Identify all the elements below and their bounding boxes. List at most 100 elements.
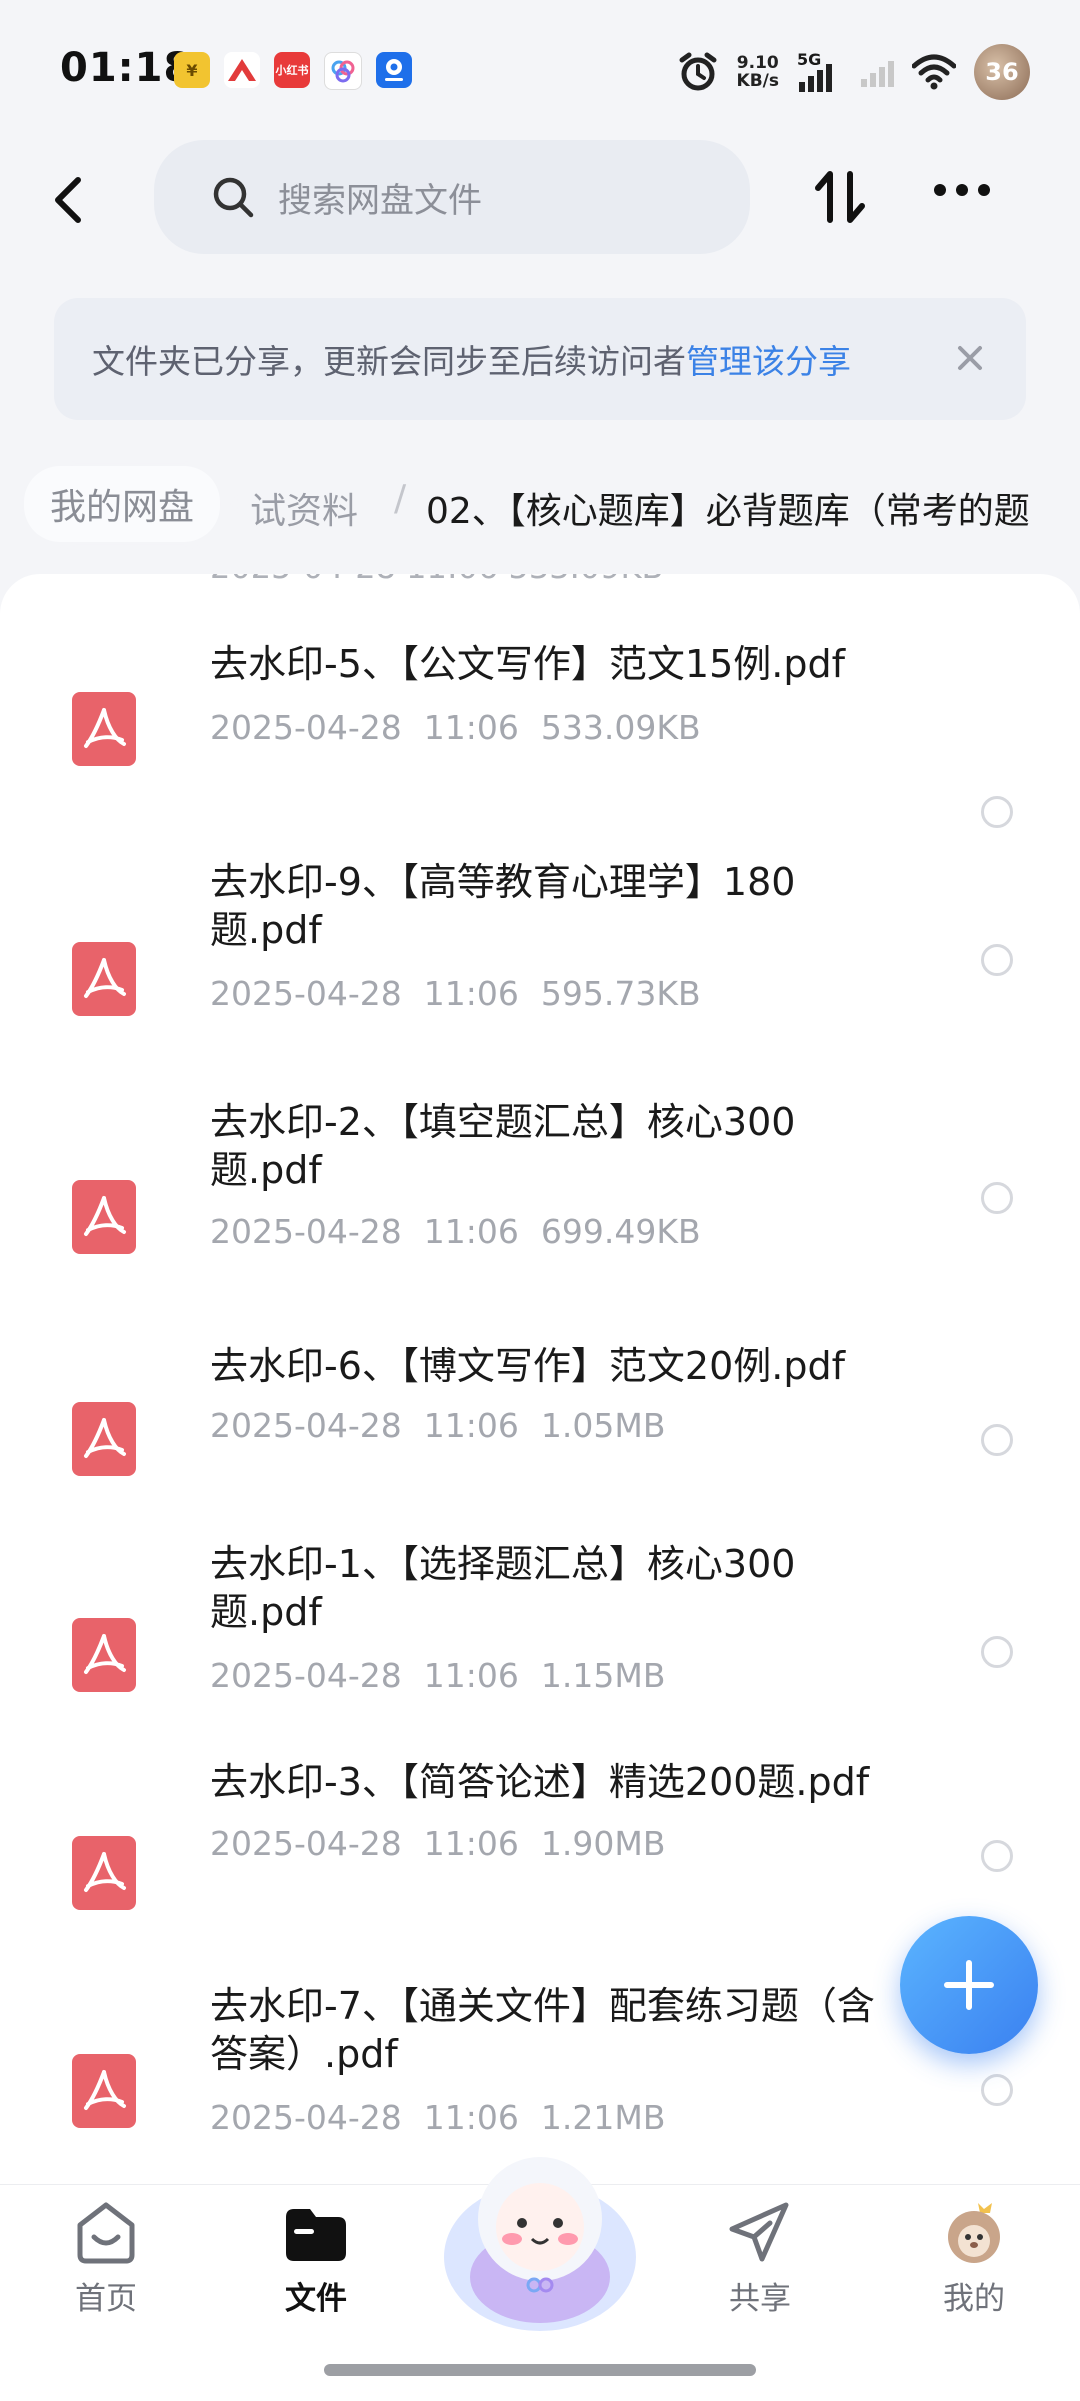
file-time: 11:06 <box>423 1406 519 1445</box>
pdf-file-icon <box>72 942 136 1016</box>
tab-home-label: 首页 <box>75 2281 137 2317</box>
net-speed-unit: KB/s <box>736 71 779 91</box>
file-time: 11:06 <box>423 1824 519 1863</box>
search-bar[interactable]: 搜索网盘文件 <box>154 140 750 254</box>
add-button[interactable] <box>900 1916 1038 2054</box>
notification-icons: ¥ 小红书 <box>174 52 412 90</box>
breadcrumb-root[interactable]: 我的网盘 <box>24 466 221 542</box>
mascot-assistant-icon[interactable] <box>432 2127 648 2337</box>
file-row[interactable]: 去水印-1、【选择题汇总】核心300题.pdf 2025-04-28 11:06 1… <box>0 1540 1080 1760</box>
search-placeholder: 搜索网盘文件 <box>278 180 482 221</box>
file-row[interactable]: 去水印-2、【填空题汇总】核心300题.pdf 2025-04-28 11:06 6… <box>0 1100 1080 1322</box>
avatar-icon <box>948 2203 1000 2263</box>
home-indicator <box>324 2364 756 2376</box>
pdf-file-icon <box>72 1836 136 1910</box>
tab-files-label: 文件 <box>285 2281 347 2317</box>
share-notice-banner: 文件夹已分享，更新会同步至后续访问者 管理该分享 <box>54 298 1026 420</box>
file-size: 699.49KB <box>540 1212 701 1251</box>
file-name: 去水印-6、【博文写作】范文20例.pdf <box>210 1344 845 1388</box>
plus-icon <box>944 1960 994 2010</box>
signal-sim2-icon <box>861 57 894 87</box>
file-time: 11:06 <box>423 1212 519 1251</box>
file-meta: 2025-04-28 11:06 533.09KB <box>210 708 723 747</box>
net-speed: 9.10 KB/s <box>737 54 779 90</box>
signal-5g-icon: 5G <box>797 50 843 92</box>
tab-me-label: 我的 <box>943 2281 1005 2317</box>
select-radio[interactable] <box>981 2074 1013 2106</box>
pdf-file-icon <box>72 1618 136 1692</box>
tab-files[interactable]: 文件 <box>246 2199 386 2318</box>
tab-share[interactable]: 共享 <box>690 2199 830 2318</box>
status-right: 9.10 KB/s 5G 36 <box>677 44 1030 100</box>
file-meta: 2025-04-28 11:06 699.49KB <box>210 1212 723 1251</box>
select-radio[interactable] <box>981 796 1013 828</box>
breadcrumb-separator: / <box>394 478 407 519</box>
file-meta: 2025-04-28 11:06 1.90MB <box>210 1824 687 1863</box>
home-icon <box>77 2202 135 2264</box>
wifi-icon <box>912 54 956 90</box>
file-size: 1.05MB <box>540 1406 666 1445</box>
select-radio[interactable] <box>981 944 1013 976</box>
top-bar: 搜索网盘文件 <box>0 140 1080 256</box>
net-speed-value: 9.10 <box>736 53 779 73</box>
file-time: 11:06 <box>423 974 519 1013</box>
file-date: 2025-04-28 <box>210 1212 402 1251</box>
file-name: 去水印-9、【高等教育心理学】180题.pdf <box>210 860 796 952</box>
select-radio[interactable] <box>981 1182 1013 1214</box>
tab-me[interactable]: 我的 <box>904 2199 1044 2318</box>
pdf-file-icon <box>72 1180 136 1254</box>
baidu-netdisk-app-icon <box>324 52 362 90</box>
battery-indicator: 36 <box>974 44 1030 100</box>
share-notice-text: 文件夹已分享，更新会同步至后续访问者 <box>92 342 686 381</box>
file-row[interactable]: 去水印-6、【博文写作】范文20例.pdf 2025-04-28 11:06 1.0… <box>0 1340 1080 1530</box>
file-name: 去水印-3、【简答论述】精选200题.pdf <box>210 1760 870 1804</box>
file-row[interactable]: 去水印-3、【简答论述】精选200题.pdf 2025-04-28 11:06 1.… <box>0 1760 1080 1964</box>
breadcrumb-parent[interactable]: 试资料 <box>250 482 358 534</box>
file-date: 2025-04-28 <box>210 1656 402 1695</box>
file-date: 2025-04-28 <box>210 1406 402 1445</box>
close-icon[interactable] <box>950 338 990 378</box>
file-size: 1.90MB <box>540 1824 666 1863</box>
pdf-file-icon <box>72 2054 136 2128</box>
file-time: 11:06 <box>423 1656 519 1695</box>
back-arrow-icon[interactable] <box>40 164 100 234</box>
file-date: 2025-04-28 <box>210 974 402 1013</box>
file-size: 595.73KB <box>540 974 701 1013</box>
pdf-file-icon <box>72 1402 136 1476</box>
file-row[interactable]: 去水印-5、【公文写作】范文15例.pdf 2025-04-28 11:06 533… <box>0 642 1080 844</box>
status-bar: 01:18 ¥ 小红书 9.10 KB/s 5G 36 <box>0 0 1080 140</box>
share-send-icon <box>729 2202 789 2262</box>
yuan-app-icon: ¥ <box>174 52 210 88</box>
file-name: 去水印-2、【填空题汇总】核心300题.pdf <box>210 1100 796 1192</box>
file-date: 2025-04-28 <box>210 708 402 747</box>
file-date: 2025-04-28 <box>210 1824 402 1863</box>
map-app-icon <box>376 52 412 88</box>
alarm-icon <box>679 52 717 91</box>
file-meta: 2025-04-28 11:06 595.73KB <box>210 974 723 1013</box>
file-size: 1.15MB <box>540 1656 666 1695</box>
file-size: 533.09KB <box>540 708 701 747</box>
tab-share-label: 共享 <box>729 2281 791 2317</box>
more-icon[interactable] <box>934 184 990 196</box>
select-radio[interactable] <box>981 1840 1013 1872</box>
file-name: 去水印-1、【选择题汇总】核心300题.pdf <box>210 1542 796 1634</box>
file-name: 去水印-7、【通关文件】配套练习题（含答案）.pdf <box>210 1984 875 2076</box>
breadcrumb-current: 02、【核心题库】必背题库（常考的题 <box>426 491 1030 532</box>
sort-icon[interactable] <box>810 162 870 232</box>
file-name: 去水印-5、【公文写作】范文15例.pdf <box>210 642 845 686</box>
file-time: 11:06 <box>423 708 519 747</box>
file-meta: 2025-04-28 11:06 1.05MB <box>210 1406 687 1445</box>
mountain-app-icon <box>224 52 260 88</box>
select-radio[interactable] <box>981 1636 1013 1668</box>
tab-home[interactable]: 首页 <box>36 2199 176 2318</box>
file-meta: 2025-04-28 11:06 1.15MB <box>210 1656 687 1695</box>
folder-icon <box>286 2209 346 2261</box>
file-row[interactable]: 去水印-9、【高等教育心理学】180题.pdf 2025-04-28 11:06 5… <box>0 860 1080 1084</box>
pdf-file-icon <box>72 692 136 766</box>
file-date: 2025-04-28 <box>210 2098 402 2137</box>
partial-file-meta: 2025-04-28 11:06 533.09KB <box>210 574 663 586</box>
select-radio[interactable] <box>981 1424 1013 1456</box>
status-time: 01:18 <box>60 45 193 91</box>
manage-share-link[interactable]: 管理该分享 <box>686 335 851 383</box>
breadcrumb: 我的网盘 试资料 / 02、【核心题库】必背题库（常考的题 <box>0 460 1080 550</box>
